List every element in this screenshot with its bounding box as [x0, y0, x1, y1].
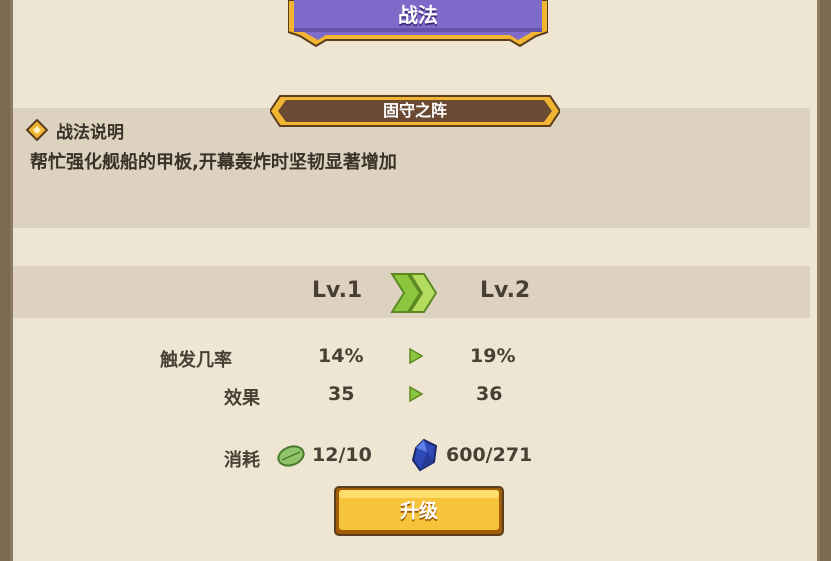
stat-label-trigger-rate: 触发几率: [160, 350, 232, 371]
cost-label: 消耗: [224, 450, 260, 471]
current-level: Lv.1: [312, 278, 363, 303]
page-title: 战法: [398, 3, 438, 27]
tactic-name: 固守之阵: [382, 101, 447, 120]
tactic-description: 帮忙强化舰船的甲板,开幕轰炸时坚韧显著增加: [30, 152, 397, 173]
arrow-right-icon: [409, 348, 424, 364]
stat-next-effect: 36: [476, 383, 503, 405]
double-chevron-icon: [390, 273, 438, 313]
description-heading-label: 战法说明: [56, 122, 124, 143]
cost-gem-value: 600/271: [446, 444, 533, 466]
diamond-bullet-icon: [26, 119, 48, 141]
blue-gem-icon: [411, 438, 438, 472]
cost-leaf-value: 12/10: [312, 444, 372, 466]
description-heading: 战法说明: [26, 118, 124, 143]
stat-current-trigger-rate: 14%: [318, 345, 364, 367]
stat-next-trigger-rate: 19%: [470, 345, 516, 367]
upgrade-button[interactable]: 升级: [334, 486, 504, 536]
title-banner: 战法: [288, 0, 548, 50]
next-level: Lv.2: [480, 278, 531, 303]
stat-label-effect: 效果: [224, 388, 260, 409]
upgrade-button-label: 升级: [399, 500, 438, 522]
stat-current-effect: 35: [328, 383, 355, 405]
tactic-name-banner: 固守之阵: [270, 92, 560, 130]
leaf-icon: [277, 445, 305, 467]
arrow-right-icon: [409, 386, 424, 402]
